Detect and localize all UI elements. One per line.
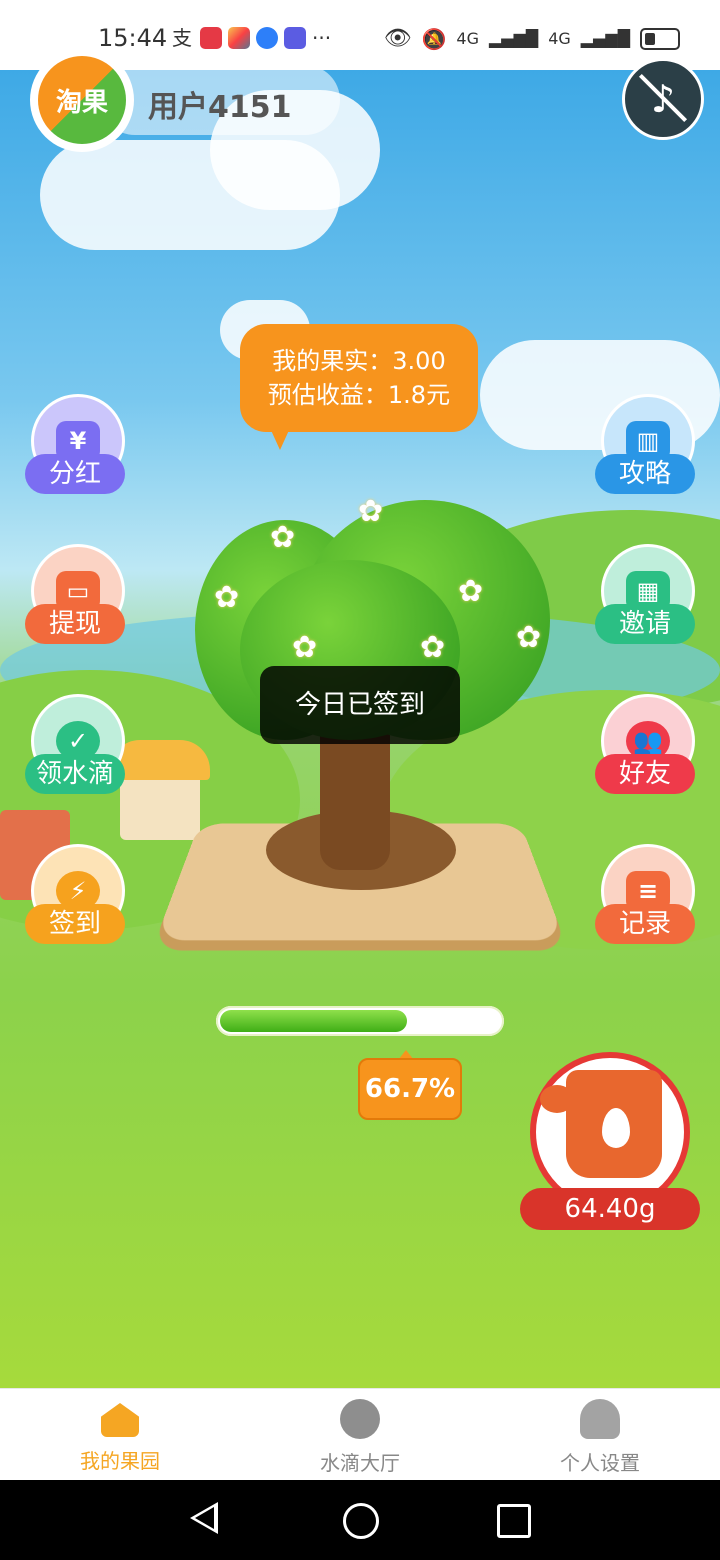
checkin-button[interactable]: ⚡ 签到 [25, 844, 125, 952]
invite-button[interactable]: ▦ 邀请 [595, 544, 695, 652]
system-status-icons: 👁 🔕 4G ▂▄▆█ 4G ▂▄▆█ [384, 26, 680, 51]
dividend-label: 分红 [25, 454, 125, 494]
eye-icon: 👁 [383, 26, 412, 51]
progress-percent: 66.7% [358, 1058, 462, 1120]
fruit-count: 我的果实：3.00 [272, 347, 446, 375]
dividend-button[interactable]: ¥ 分红 [25, 394, 125, 502]
flower: ✿ [516, 620, 542, 655]
fruit-info-bubble: 我的果实：3.00 预估收益：1.8元 [240, 324, 478, 432]
nav-label: 个人设置 [560, 1451, 640, 1475]
nav-my-orchard[interactable]: 我的果园 [0, 1389, 240, 1481]
flower: ✿ [358, 494, 384, 529]
signed-in-toast: 今日已签到 [260, 666, 460, 744]
water-drop-icon [602, 1108, 630, 1148]
nav-settings[interactable]: 个人设置 [480, 1389, 720, 1481]
book-app-icon [200, 27, 222, 49]
nav-water-hall[interactable]: 水滴大厅 [240, 1389, 480, 1481]
music-toggle-button[interactable]: ♪ [622, 58, 704, 140]
flower: ✿ [458, 574, 484, 609]
growth-progress-fill [220, 1010, 407, 1032]
battery-icon [640, 27, 680, 50]
records-button[interactable]: ≡ 记录 [595, 844, 695, 952]
alipay-icon: 支 [172, 26, 192, 50]
recent-apps-icon[interactable] [497, 1504, 531, 1538]
more-dots-icon: ··· [312, 26, 332, 50]
nav-label: 水滴大厅 [320, 1451, 400, 1475]
flower: ✿ [214, 580, 240, 615]
flower: ✿ [420, 630, 446, 665]
compass-icon [340, 1399, 380, 1439]
signal-bars-icon: ▂▄▆█ [488, 29, 539, 48]
study-app-icon [284, 27, 306, 49]
collect-water-button[interactable]: ✓ 领水滴 [25, 694, 125, 802]
status-time: 15:44 [98, 24, 168, 52]
bubble-tail [270, 428, 290, 450]
water-amount: 64.40g [520, 1188, 700, 1230]
orchard-logo: 淘果 [38, 56, 126, 144]
guide-button[interactable]: ▥ 攻略 [595, 394, 695, 502]
guide-label: 攻略 [595, 454, 695, 494]
person-icon [580, 1399, 620, 1439]
records-label: 记录 [595, 904, 695, 944]
signal-bars-icon-2: ▂▄▆█ [580, 29, 630, 48]
collect-water-label: 领水滴 [25, 754, 125, 794]
farmhouse-roof [110, 740, 210, 780]
checkin-label: 签到 [25, 904, 125, 944]
invite-label: 邀请 [595, 604, 695, 644]
home-icon [101, 1403, 139, 1437]
flower: ✿ [292, 630, 318, 665]
bottom-nav: 我的果园 水滴大厅 个人设置 [0, 1388, 720, 1481]
friends-button[interactable]: 👥 好友 [595, 694, 695, 802]
signal-4g-icon: 4G [456, 29, 479, 48]
estimated-income: 预估收益：1.8元 [267, 381, 451, 409]
withdraw-button[interactable]: ▭ 提现 [25, 544, 125, 652]
avatar[interactable]: 淘果 [30, 48, 134, 152]
farmhouse [120, 770, 200, 840]
blue-app-icon [256, 27, 278, 49]
flower: ✿ [270, 520, 296, 555]
home-circle-icon[interactable] [343, 1503, 379, 1539]
nav-label: 我的果园 [80, 1449, 160, 1473]
username: 用户4151 [148, 90, 292, 125]
notification-icons: 支 ··· [172, 26, 331, 50]
growth-progress-bar [216, 1006, 504, 1036]
withdraw-label: 提现 [25, 604, 125, 644]
system-nav-bar [0, 1480, 720, 1560]
mute-bell-icon: 🔕 [421, 26, 447, 51]
colorful-app-icon [228, 27, 250, 49]
back-icon[interactable] [190, 1502, 218, 1534]
signal-4g-icon-2: 4G [548, 29, 571, 48]
friends-label: 好友 [595, 754, 695, 794]
